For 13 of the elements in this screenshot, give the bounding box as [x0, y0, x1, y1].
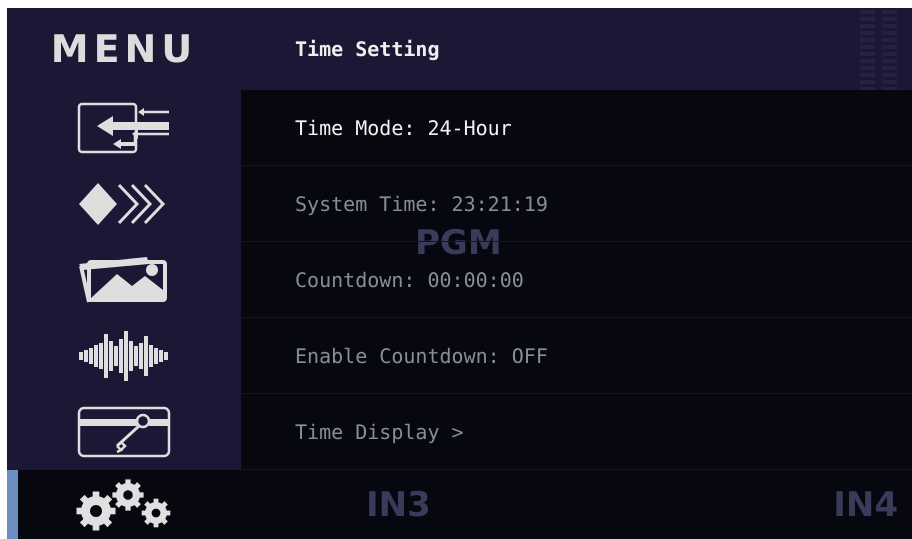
source-label: IN3	[366, 488, 431, 522]
source-label: IN4	[833, 488, 898, 522]
setting-item[interactable]: Time Display >	[295, 416, 464, 446]
menu-item[interactable]	[7, 394, 241, 470]
key-card-icon	[77, 406, 171, 458]
setting-item[interactable]: Time Mode: 24-Hour	[295, 112, 512, 142]
gears-icon	[76, 478, 172, 530]
setting-item[interactable]: System Time: 23:21:19	[295, 188, 548, 218]
panel-title: Time Setting	[295, 36, 440, 63]
menu-title: MENU	[50, 26, 198, 72]
setting-item[interactable]: Enable Countdown: OFF	[295, 340, 548, 370]
input-arrows-icon	[77, 102, 171, 154]
setting-item[interactable]: Countdown: 00:00:00	[295, 264, 524, 294]
